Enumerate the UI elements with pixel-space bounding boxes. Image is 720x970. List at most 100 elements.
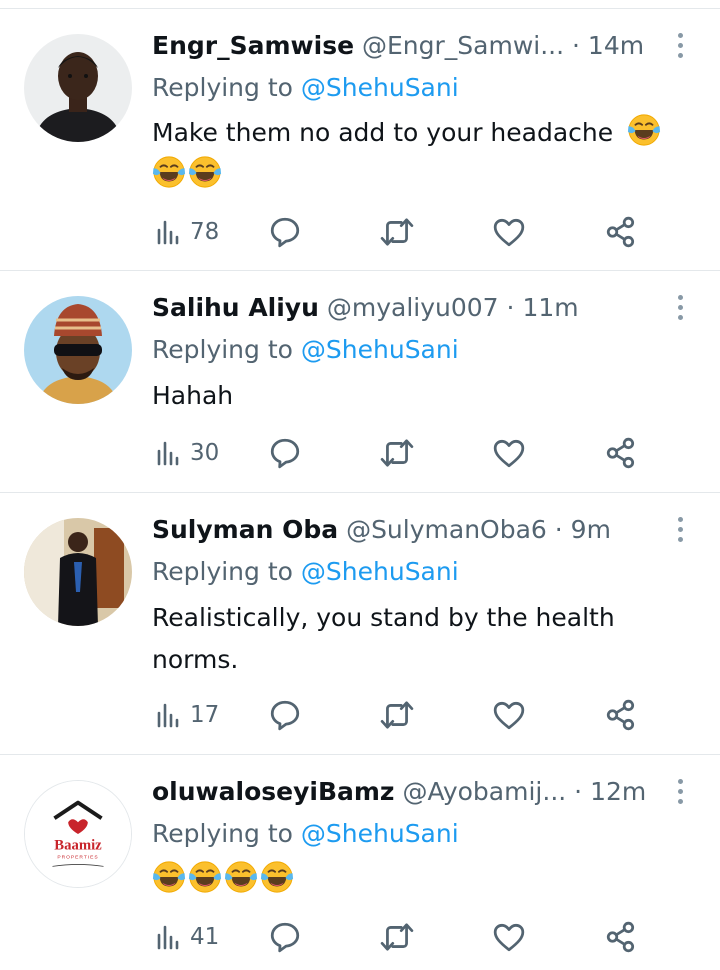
- avatar[interactable]: [24, 296, 132, 404]
- logo-brand-text: Baamiz: [54, 838, 102, 854]
- replying-to: Replying to @ShehuSani: [152, 816, 459, 852]
- retweet-icon: [380, 920, 414, 954]
- user-handle[interactable]: @myaliyu007: [327, 293, 499, 322]
- views-button[interactable]: 78: [154, 214, 219, 250]
- timestamp[interactable]: 12m: [590, 777, 646, 806]
- more-icon[interactable]: [670, 776, 690, 806]
- tweet-text-content: Hahah: [152, 381, 234, 410]
- timestamp[interactable]: 11m: [522, 293, 578, 322]
- like-icon: [492, 436, 526, 470]
- share-button[interactable]: [604, 697, 638, 733]
- display-name[interactable]: Salihu Aliyu: [152, 293, 319, 322]
- tweet-text: [152, 859, 697, 901]
- logo-sub-text: PROPERTIES: [57, 855, 98, 861]
- like-button[interactable]: [492, 214, 526, 250]
- share-icon: [604, 436, 638, 470]
- mention-link[interactable]: @ShehuSani: [301, 335, 459, 364]
- like-icon: [492, 920, 526, 954]
- avatar[interactable]: [24, 518, 132, 626]
- replying-to-label: Replying to: [152, 335, 293, 364]
- share-button[interactable]: [604, 435, 638, 471]
- reply-button[interactable]: [268, 435, 302, 471]
- display-name[interactable]: Sulyman Oba: [152, 515, 338, 544]
- tweet-header: oluwaloseyiBamz @Ayobamij... · 12m: [152, 774, 720, 810]
- laughing-emoji-icon: [188, 860, 222, 894]
- replying-to: Replying to @ShehuSani: [152, 70, 459, 106]
- separator-dot: ·: [554, 515, 563, 544]
- share-button[interactable]: [604, 214, 638, 250]
- user-handle[interactable]: @SulymanOba6: [346, 515, 547, 544]
- display-name[interactable]: oluwaloseyiBamz: [152, 777, 394, 806]
- like-button[interactable]: [492, 919, 526, 955]
- tweet-text: Realistically, you stand by the health n…: [152, 597, 672, 681]
- reply-button[interactable]: [268, 697, 302, 733]
- laughing-emoji-icon: [260, 860, 294, 894]
- laughing-emoji-icon: [627, 113, 661, 147]
- separator-dot: ·: [572, 31, 580, 60]
- laughing-emoji-icon: [224, 860, 258, 894]
- reply-button[interactable]: [268, 214, 302, 250]
- retweet-button[interactable]: [380, 435, 414, 471]
- separator-dot: ·: [506, 293, 515, 322]
- mention-link[interactable]: @ShehuSani: [301, 557, 459, 586]
- views-count: 17: [190, 702, 220, 728]
- like-button[interactable]: [492, 435, 526, 471]
- reply-button[interactable]: [268, 919, 302, 955]
- tweet-text-content: Make them no add to your headache: [152, 118, 614, 147]
- more-icon[interactable]: [670, 30, 690, 60]
- replying-to: Replying to @ShehuSani: [152, 554, 459, 590]
- views-icon: [154, 217, 184, 247]
- tweet-4[interactable]: Baamiz PROPERTIES oluwaloseyiBamz @Ayoba…: [0, 755, 720, 970]
- reply-icon: [268, 698, 302, 732]
- views-count: 41: [190, 924, 220, 950]
- views-count: 30: [190, 440, 220, 466]
- user-handle[interactable]: @Engr_Samwi...: [362, 31, 564, 60]
- retweet-button[interactable]: [380, 214, 414, 250]
- like-icon: [492, 698, 526, 732]
- tweet-header: Sulyman Oba @SulymanOba6 · 9m: [152, 512, 720, 548]
- mention-link[interactable]: @ShehuSani: [301, 819, 459, 848]
- replying-to-label: Replying to: [152, 557, 293, 586]
- share-icon: [604, 215, 638, 249]
- avatar[interactable]: Baamiz PROPERTIES: [24, 780, 132, 888]
- retweet-icon: [380, 215, 414, 249]
- views-button[interactable]: 41: [154, 919, 219, 955]
- reply-icon: [268, 436, 302, 470]
- views-icon: [154, 438, 184, 468]
- tweet-text-content: Realistically, you stand by the health n…: [152, 603, 615, 674]
- user-handle[interactable]: @Ayobamij...: [402, 777, 566, 806]
- display-name[interactable]: Engr_Samwise: [152, 31, 354, 60]
- tweet-3[interactable]: Sulyman Oba @SulymanOba6 · 9m Replying t…: [0, 493, 720, 753]
- more-icon[interactable]: [670, 514, 690, 544]
- tweet-text: Hahah: [152, 375, 697, 417]
- retweet-button[interactable]: [380, 697, 414, 733]
- tweet-header: Engr_Samwise @Engr_Samwi... · 14m: [152, 28, 720, 64]
- avatar[interactable]: [24, 34, 132, 142]
- reply-icon: [268, 215, 302, 249]
- views-icon: [154, 922, 184, 952]
- laughing-emoji-icon: [152, 860, 186, 894]
- retweet-icon: [380, 436, 414, 470]
- retweet-button[interactable]: [380, 919, 414, 955]
- like-button[interactable]: [492, 697, 526, 733]
- more-icon[interactable]: [670, 292, 690, 322]
- tweet-2[interactable]: Salihu Aliyu @myaliyu007 · 11m Replying …: [0, 271, 720, 492]
- replying-to: Replying to @ShehuSani: [152, 332, 459, 368]
- tweet-text: Make them no add to your headache: [152, 112, 697, 196]
- tweet-header: Salihu Aliyu @myaliyu007 · 11m: [152, 290, 720, 326]
- tweet-1[interactable]: Engr_Samwise @Engr_Samwi... · 14m Replyi…: [0, 0, 720, 270]
- separator-dot: ·: [574, 777, 583, 806]
- replying-to-label: Replying to: [152, 73, 293, 102]
- views-button[interactable]: 30: [154, 435, 219, 471]
- views-button[interactable]: 17: [154, 697, 219, 733]
- replying-to-label: Replying to: [152, 819, 293, 848]
- timestamp[interactable]: 14m: [588, 31, 644, 60]
- mention-link[interactable]: @ShehuSani: [301, 73, 459, 102]
- share-button[interactable]: [604, 919, 638, 955]
- laughing-emoji-icon: [152, 155, 186, 189]
- timestamp[interactable]: 9m: [571, 515, 611, 544]
- views-icon: [154, 700, 184, 730]
- views-count: 78: [190, 219, 220, 245]
- share-icon: [604, 920, 638, 954]
- share-icon: [604, 698, 638, 732]
